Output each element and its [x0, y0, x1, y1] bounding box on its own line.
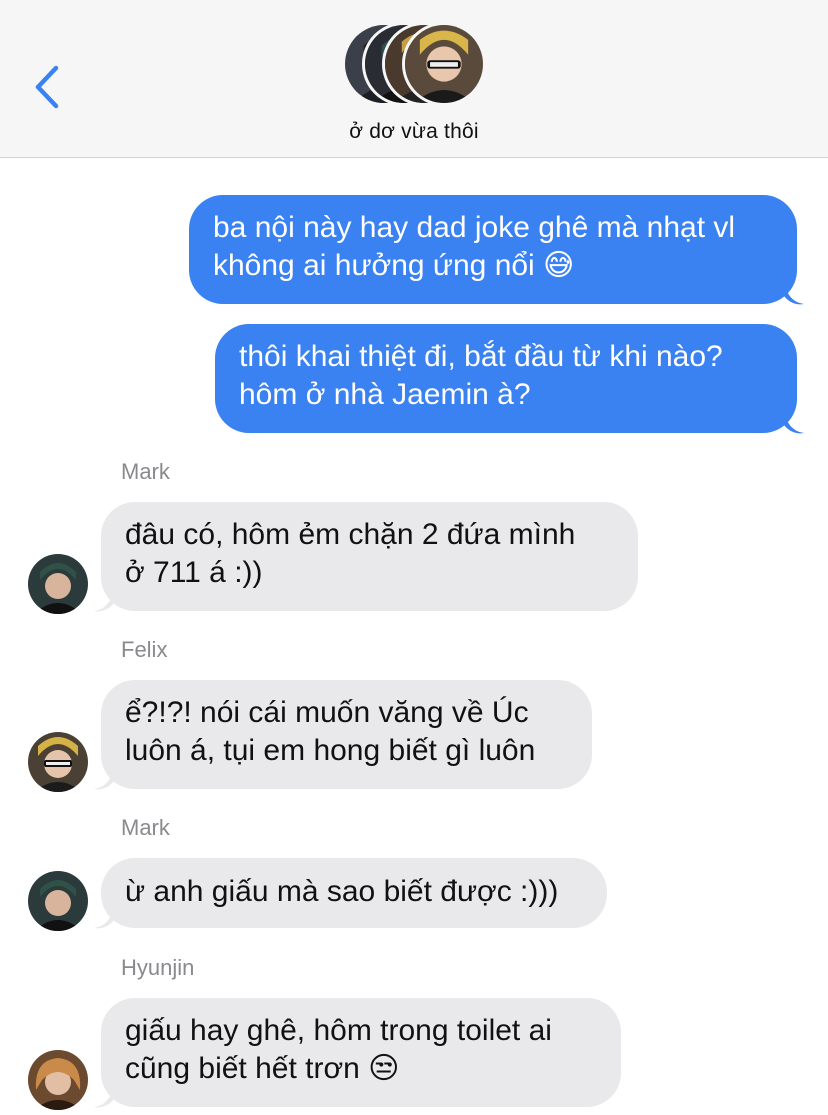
sender-name: Mark	[121, 815, 170, 840]
bubble-tail	[94, 1085, 114, 1108]
message-line: giấu hay ghê, hôm trong toilet ai	[125, 1014, 552, 1047]
incoming-message-bubble[interactable]: ể?!?! nói cái muốn văng về Úc luôn á, tụ…	[101, 680, 592, 789]
incoming-message-bubble[interactable]: đâu có, hôm ẻm chặn 2 đứa mình ở 711 á :…	[101, 502, 638, 611]
chevron-left-icon	[35, 65, 59, 109]
group-avatars[interactable]	[342, 22, 488, 106]
group-name[interactable]: ở dơ vừa thôi	[0, 120, 828, 144]
outgoing-message-bubble[interactable]: ba nội này hay dad joke ghê mà nhạt vl k…	[189, 195, 797, 304]
message-line: không ai hưởng ứng nổi 😅	[213, 249, 575, 282]
message-line: ba nội này hay dad joke ghê mà nhạt vl	[213, 211, 736, 244]
sender-name: Felix	[121, 637, 168, 662]
message-line: ể?!?! nói cái muốn văng về Úc	[125, 696, 529, 729]
bubble-tail	[94, 767, 114, 790]
avatar	[402, 22, 486, 106]
incoming-message-bubble[interactable]: giấu hay ghê, hôm trong toilet ai cũng b…	[101, 998, 621, 1107]
message-line: đâu có, hôm ẻm chặn 2 đứa mình	[125, 518, 576, 551]
bubble-tail	[784, 411, 804, 434]
message-line: ở 711 á :))	[125, 556, 263, 589]
sender-name: Mark	[121, 459, 170, 484]
sender-name: Hyunjin	[121, 955, 195, 980]
message-line: ừ anh giấu mà sao biết được :)))	[125, 875, 559, 908]
incoming-message-bubble[interactable]: ừ anh giấu mà sao biết được :)))	[101, 858, 607, 928]
message-line: cũng biết hết trơn 😒	[125, 1052, 400, 1085]
avatar[interactable]	[28, 871, 88, 931]
message-line: thôi khai thiệt đi, bắt đầu từ khi nào?	[239, 340, 723, 373]
message-line: luôn á, tụi em hong biết gì luôn	[125, 734, 536, 767]
avatar[interactable]	[28, 732, 88, 792]
bubble-tail	[784, 282, 804, 305]
back-button[interactable]	[30, 62, 70, 112]
avatar[interactable]	[28, 554, 88, 614]
avatar[interactable]	[28, 1050, 88, 1110]
message-line: hôm ở nhà Jaemin à?	[239, 378, 531, 411]
outgoing-message-bubble[interactable]: thôi khai thiệt đi, bắt đầu từ khi nào? …	[215, 324, 797, 433]
bubble-tail	[94, 589, 114, 612]
bubble-tail	[94, 906, 114, 929]
chat-header: ở dơ vừa thôi	[0, 0, 828, 158]
